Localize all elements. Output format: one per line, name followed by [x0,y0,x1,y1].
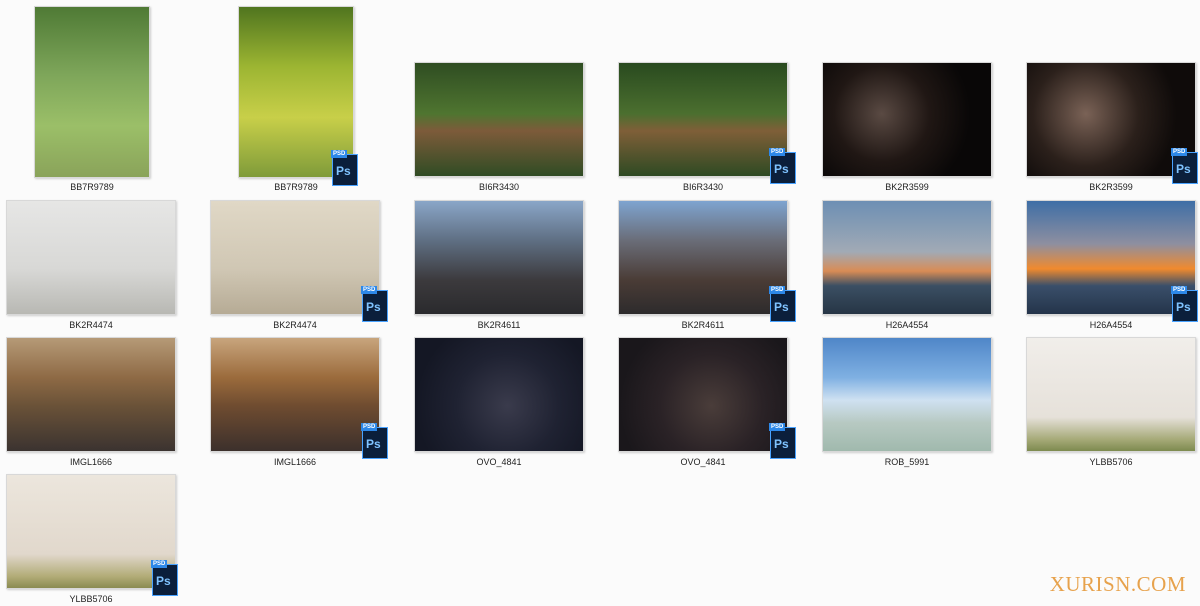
psd-file-icon: PSD Ps [1171,286,1198,322]
file-name[interactable]: BI6R3430 [414,182,584,192]
file-item[interactable]: PSD Ps BK2R4474 [210,200,388,332]
file-name[interactable]: H26A4554 [1026,320,1196,330]
file-item[interactable]: PSD Ps IMGL1666 [210,337,388,469]
image-thumbnail[interactable] [1026,200,1196,315]
psd-file-icon: PSD Ps [769,286,796,322]
file-item[interactable]: PSD Ps OVO_4841 [618,337,796,469]
photoshop-icon: Ps [774,300,789,314]
file-item[interactable]: PSD Ps BB7R9789 [238,6,358,194]
image-thumbnail[interactable] [6,474,176,589]
image-thumbnail[interactable] [210,337,380,452]
psd-tag: PSD [361,286,378,294]
file-item[interactable]: H26A4554 [822,200,992,332]
image-thumbnail[interactable] [822,337,992,452]
file-item[interactable]: PSD Ps H26A4554 [1026,200,1198,332]
file-item[interactable]: ROB_5991 [822,337,992,469]
photoshop-icon: Ps [366,437,381,451]
file-name[interactable]: BK2R3599 [1026,182,1196,192]
file-item[interactable]: BI6R3430 [414,62,584,194]
image-thumbnail[interactable] [822,62,992,177]
file-name[interactable]: OVO_4841 [618,457,788,467]
file-item[interactable]: BB7R9789 [34,6,150,194]
file-item[interactable]: BK2R3599 [822,62,992,194]
photoshop-icon: Ps [1176,300,1191,314]
file-item[interactable]: OVO_4841 [414,337,584,469]
photoshop-icon: Ps [1176,162,1191,176]
psd-tag: PSD [1171,286,1188,294]
psd-file-icon: PSD Ps [769,423,796,459]
image-thumbnail[interactable] [6,200,176,315]
file-name[interactable]: BK2R4611 [414,320,584,330]
file-item[interactable]: BK2R4474 [6,200,176,332]
psd-tag: PSD [331,150,348,158]
file-name[interactable]: BB7R9789 [238,182,354,192]
photoshop-icon: Ps [774,437,789,451]
file-name[interactable]: IMGL1666 [210,457,380,467]
file-name[interactable]: BK2R3599 [822,182,992,192]
file-name[interactable]: YLBB5706 [1026,457,1196,467]
file-name[interactable]: BI6R3430 [618,182,788,192]
image-thumbnail[interactable] [210,200,380,315]
photoshop-icon: Ps [156,574,171,588]
file-name[interactable]: OVO_4841 [414,457,584,467]
file-name[interactable]: IMGL1666 [6,457,176,467]
image-thumbnail[interactable] [1026,337,1196,452]
file-item[interactable]: PSD Ps BK2R3599 [1026,62,1198,194]
file-item[interactable]: IMGL1666 [6,337,176,469]
image-thumbnail[interactable] [414,200,584,315]
image-thumbnail[interactable] [6,337,176,452]
file-name[interactable]: H26A4554 [822,320,992,330]
image-thumbnail[interactable] [414,337,584,452]
psd-tag: PSD [769,423,786,431]
psd-file-icon: PSD Ps [151,560,178,596]
psd-tag: PSD [1171,148,1188,156]
site-watermark: XURISN.COM [1049,572,1186,596]
psd-tag: PSD [769,148,786,156]
photoshop-icon: Ps [774,162,789,176]
psd-file-icon: PSD Ps [1171,148,1198,184]
file-name[interactable]: BK2R4474 [6,320,176,330]
photoshop-icon: Ps [366,300,381,314]
file-item[interactable]: PSD Ps BK2R4611 [618,200,796,332]
file-item[interactable]: BK2R4611 [414,200,584,332]
file-name[interactable]: BB7R9789 [34,182,150,192]
psd-tag: PSD [769,286,786,294]
image-thumbnail[interactable] [618,337,788,452]
image-thumbnail[interactable] [34,6,150,178]
image-thumbnail[interactable] [618,200,788,315]
file-name[interactable]: BK2R4611 [618,320,788,330]
psd-tag: PSD [361,423,378,431]
image-thumbnail[interactable] [618,62,788,177]
psd-file-icon: PSD Ps [361,286,388,322]
psd-file-icon: PSD Ps [361,423,388,459]
file-name[interactable]: BK2R4474 [210,320,380,330]
file-item[interactable]: PSD Ps BI6R3430 [618,62,796,194]
image-thumbnail[interactable] [1026,62,1196,177]
psd-tag: PSD [151,560,168,568]
file-item[interactable]: PSD Ps YLBB5706 [6,474,178,606]
photoshop-icon: Ps [336,164,351,178]
file-name[interactable]: ROB_5991 [822,457,992,467]
file-item[interactable]: YLBB5706 [1026,337,1196,469]
image-thumbnail[interactable] [414,62,584,177]
psd-file-icon: PSD Ps [769,148,796,184]
image-thumbnail[interactable] [822,200,992,315]
